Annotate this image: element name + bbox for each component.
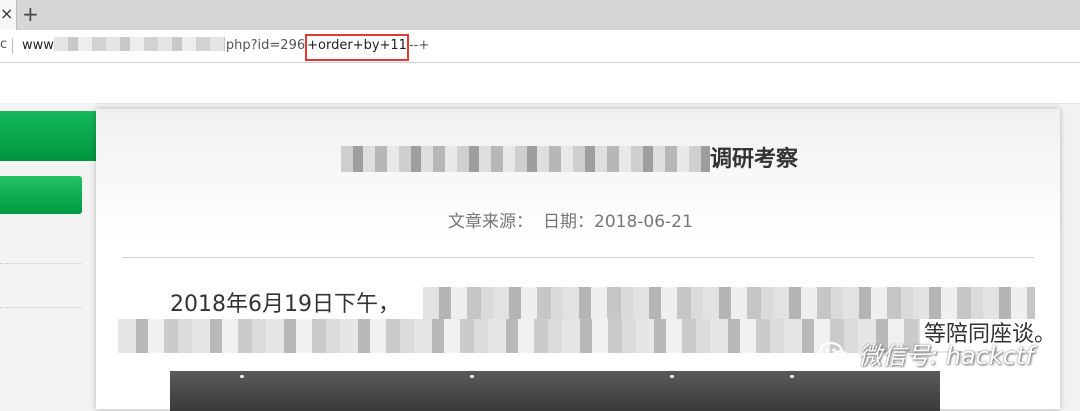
article-meta: 文章来源： 日期：2018-06-21 — [448, 207, 703, 232]
url-path: php?id=296 — [225, 38, 306, 53]
wechat-icon — [818, 340, 852, 380]
sidebar-divider — [0, 263, 82, 264]
browser-tab[interactable]: × — [0, 0, 17, 30]
url-injection: +order+by+11 — [307, 38, 407, 53]
url-injection-highlight: +order+by+11 — [305, 34, 409, 61]
title-redacted — [341, 146, 710, 172]
url-suffix: --+ — [408, 38, 430, 53]
article-date: 日期：2018-06-21 — [543, 212, 693, 232]
sidebar-button[interactable] — [0, 176, 82, 214]
browser-tab-bar: × + — [0, 0, 1080, 31]
paragraph-start: 2018年6月19日下午， — [170, 292, 400, 317]
sidebar-header — [0, 111, 96, 161]
close-tab-icon[interactable]: × — [0, 5, 13, 23]
sidebar-divider — [0, 307, 82, 308]
wechat-watermark: 微信号: hackctf — [818, 338, 1034, 374]
article-title: 调研考察 — [341, 145, 798, 175]
watermark-text: 微信号: hackctf — [858, 342, 1034, 370]
address-separator — [12, 38, 13, 54]
article-title-visible: 调研考察 — [710, 147, 799, 172]
article-source: 文章来源： — [448, 212, 533, 232]
url-redacted — [53, 37, 225, 51]
page-top-strip — [0, 63, 1080, 104]
browser-toolbar: c www php?id=296 +order+by+11 --+ — [0, 30, 1080, 63]
title-divider — [122, 257, 1034, 258]
url-prefix: www — [22, 38, 54, 53]
left-sidebar — [0, 103, 96, 404]
paragraph-redacted — [423, 287, 1035, 321]
address-bar[interactable]: www php?id=296 +order+by+11 --+ — [22, 34, 430, 61]
new-tab-button[interactable]: + — [22, 3, 39, 25]
reload-icon[interactable]: c — [0, 37, 7, 52]
